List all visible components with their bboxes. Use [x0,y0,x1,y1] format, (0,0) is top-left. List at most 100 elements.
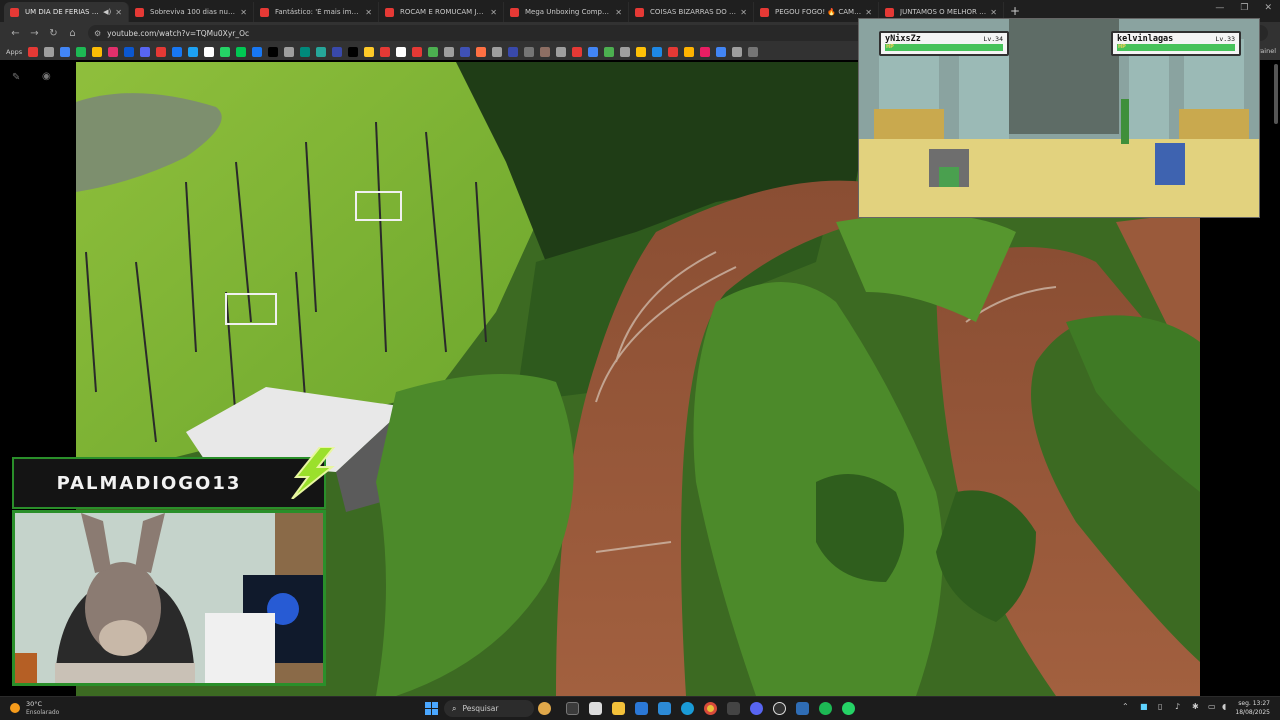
browser-tab[interactable]: ROCAM E ROMUCAM JUNTAS✕ [379,2,504,22]
browser-tab[interactable]: Fantástico: 'É mais importante✕ [254,2,379,22]
bookmark-favicon-icon[interactable] [460,47,471,57]
store-icon[interactable] [658,702,671,715]
back-icon[interactable]: ← [6,28,25,39]
bookmark-favicon-icon[interactable] [316,47,327,57]
browser-tab[interactable]: COISAS BIZARRAS DO SEVEN ✕ [629,2,754,22]
bookmark-favicon-icon[interactable] [444,47,455,57]
bookmark-favicon-icon[interactable] [380,47,391,57]
bookmark-favicon-icon[interactable] [236,47,247,57]
tray-app-icon[interactable]: ■ [1140,702,1148,711]
tray-network-icon[interactable]: ▭ [1208,702,1216,711]
close-tab-icon[interactable]: ✕ [115,8,122,17]
bookmark-favicon-icon[interactable] [588,47,599,57]
bookmark-favicon-icon[interactable] [252,47,263,57]
bookmark-favicon-icon[interactable] [156,47,167,57]
bookmark-favicon-icon[interactable] [604,47,615,57]
browser-tab[interactable]: Mega Unboxing Comprei Vário ✕ [504,2,629,22]
close-tab-icon[interactable]: ✕ [740,8,747,17]
bookmark-favicon-icon[interactable] [44,47,55,57]
bookmark-favicon-icon[interactable] [268,47,279,57]
bookmark-favicon-icon[interactable] [748,47,759,57]
close-window-button[interactable]: ✕ [1264,3,1272,13]
camera-icon[interactable]: ◉ [42,71,51,82]
spotify-icon[interactable] [819,702,832,715]
bookmark-favicon-icon[interactable] [284,47,295,57]
close-tab-icon[interactable]: ✕ [865,8,872,17]
tray-bluetooth-icon[interactable]: ✱ [1192,702,1199,711]
close-tab-icon[interactable]: ✕ [240,8,247,17]
tab-audio-icon[interactable]: ◀) [103,8,111,16]
new-tab-button[interactable]: + [1010,4,1020,18]
close-tab-icon[interactable]: ✕ [490,8,497,17]
page-scrollbar[interactable] [1274,64,1278,124]
bookmark-favicon-icon[interactable] [396,47,407,57]
bookmark-favicon-icon[interactable] [572,47,583,57]
forward-icon[interactable]: → [25,28,44,39]
weather-sun-icon[interactable] [10,703,20,713]
bookmark-favicon-icon[interactable] [636,47,647,57]
bookmark-favicon-icon[interactable] [188,47,199,57]
bookmark-favicon-icon[interactable] [332,47,343,57]
minimize-button[interactable]: — [1215,3,1224,13]
site-info-icon[interactable]: ⚙ [94,29,101,38]
bookmark-favicon-icon[interactable] [76,47,87,57]
obs-studio-icon[interactable] [773,702,786,715]
tray-overflow-icon[interactable]: ⌃ [1122,702,1129,711]
bookmark-favicon-icon[interactable] [732,47,743,57]
taskbar-search[interactable]: ⌕ Pesquisar [444,700,534,717]
close-tab-icon[interactable]: ✕ [990,8,997,17]
whatsapp-icon[interactable] [842,702,855,715]
bookmark-favicon-icon[interactable] [108,47,119,57]
tray-usb-icon[interactable]: ▯ [1158,702,1162,711]
bookmark-favicon-icon[interactable] [220,47,231,57]
edge-browser-icon[interactable] [681,702,694,715]
bookmark-favicon-icon[interactable] [668,47,679,57]
close-tab-icon[interactable]: ✕ [365,8,372,17]
bookmark-favicon-icon[interactable] [620,47,631,57]
bookmark-favicon-icon[interactable] [412,47,423,57]
bookmark-favicon-icon[interactable] [652,47,663,57]
bookmark-favicon-icon[interactable] [492,47,503,57]
bookmark-apps[interactable]: Apps [6,48,22,56]
bookmark-favicon-icon[interactable] [140,47,151,57]
file-explorer-icon[interactable] [612,702,625,715]
home-icon[interactable]: ⌂ [63,28,82,39]
weather-condition[interactable]: Ensolarado [26,709,59,716]
weather-temperature[interactable]: 30°C [26,700,42,708]
reload-icon[interactable]: ↻ [44,28,63,39]
steam-icon[interactable] [796,702,809,715]
bookmark-favicon-icon[interactable] [540,47,551,57]
windows-start-icon[interactable] [425,702,438,715]
bookmark-favicon-icon[interactable] [124,47,135,57]
taskbar-widget-icon[interactable] [538,702,551,715]
app-generic-icon[interactable] [727,702,740,715]
chrome-browser-icon[interactable] [704,702,717,715]
bookmark-favicon-icon[interactable] [700,47,711,57]
bookmark-favicon-icon[interactable] [476,47,487,57]
notepad-icon[interactable] [589,702,602,715]
bookmark-favicon-icon[interactable] [428,47,439,57]
bookmark-favicon-icon[interactable] [364,47,375,57]
bookmark-favicon-icon[interactable] [684,47,695,57]
tray-mic-icon[interactable]: ♪ [1175,702,1180,711]
browser-tab[interactable]: UM DIA DE FERIAS LONGE◀) ✕ [4,2,129,22]
bookmark-favicon-icon[interactable] [300,47,311,57]
clock-time[interactable]: seg. 13:27 [1238,700,1270,707]
bookmark-favicon-icon[interactable] [60,47,71,57]
discord-icon[interactable] [750,702,763,715]
mail-icon[interactable] [635,702,648,715]
bookmark-favicon-icon[interactable] [508,47,519,57]
bookmark-favicon-icon[interactable] [348,47,359,57]
maximize-button[interactable]: ❐ [1240,3,1248,13]
browser-tab[interactable]: Sobreviva 100 dias numa prisão ✕ [129,2,254,22]
bookmark-favicon-icon[interactable] [28,47,39,57]
bookmark-favicon-icon[interactable] [204,47,215,57]
bookmark-favicon-icon[interactable] [716,47,727,57]
tray-volume-icon[interactable]: ◖ [1222,702,1226,711]
clock-date[interactable]: 18/08/2025 [1235,709,1270,716]
bookmark-favicon-icon[interactable] [556,47,567,57]
close-tab-icon[interactable]: ✕ [615,8,622,17]
bookmark-favicon-icon[interactable] [524,47,535,57]
bookmark-favicon-icon[interactable] [92,47,103,57]
task-view-icon[interactable] [566,702,579,715]
